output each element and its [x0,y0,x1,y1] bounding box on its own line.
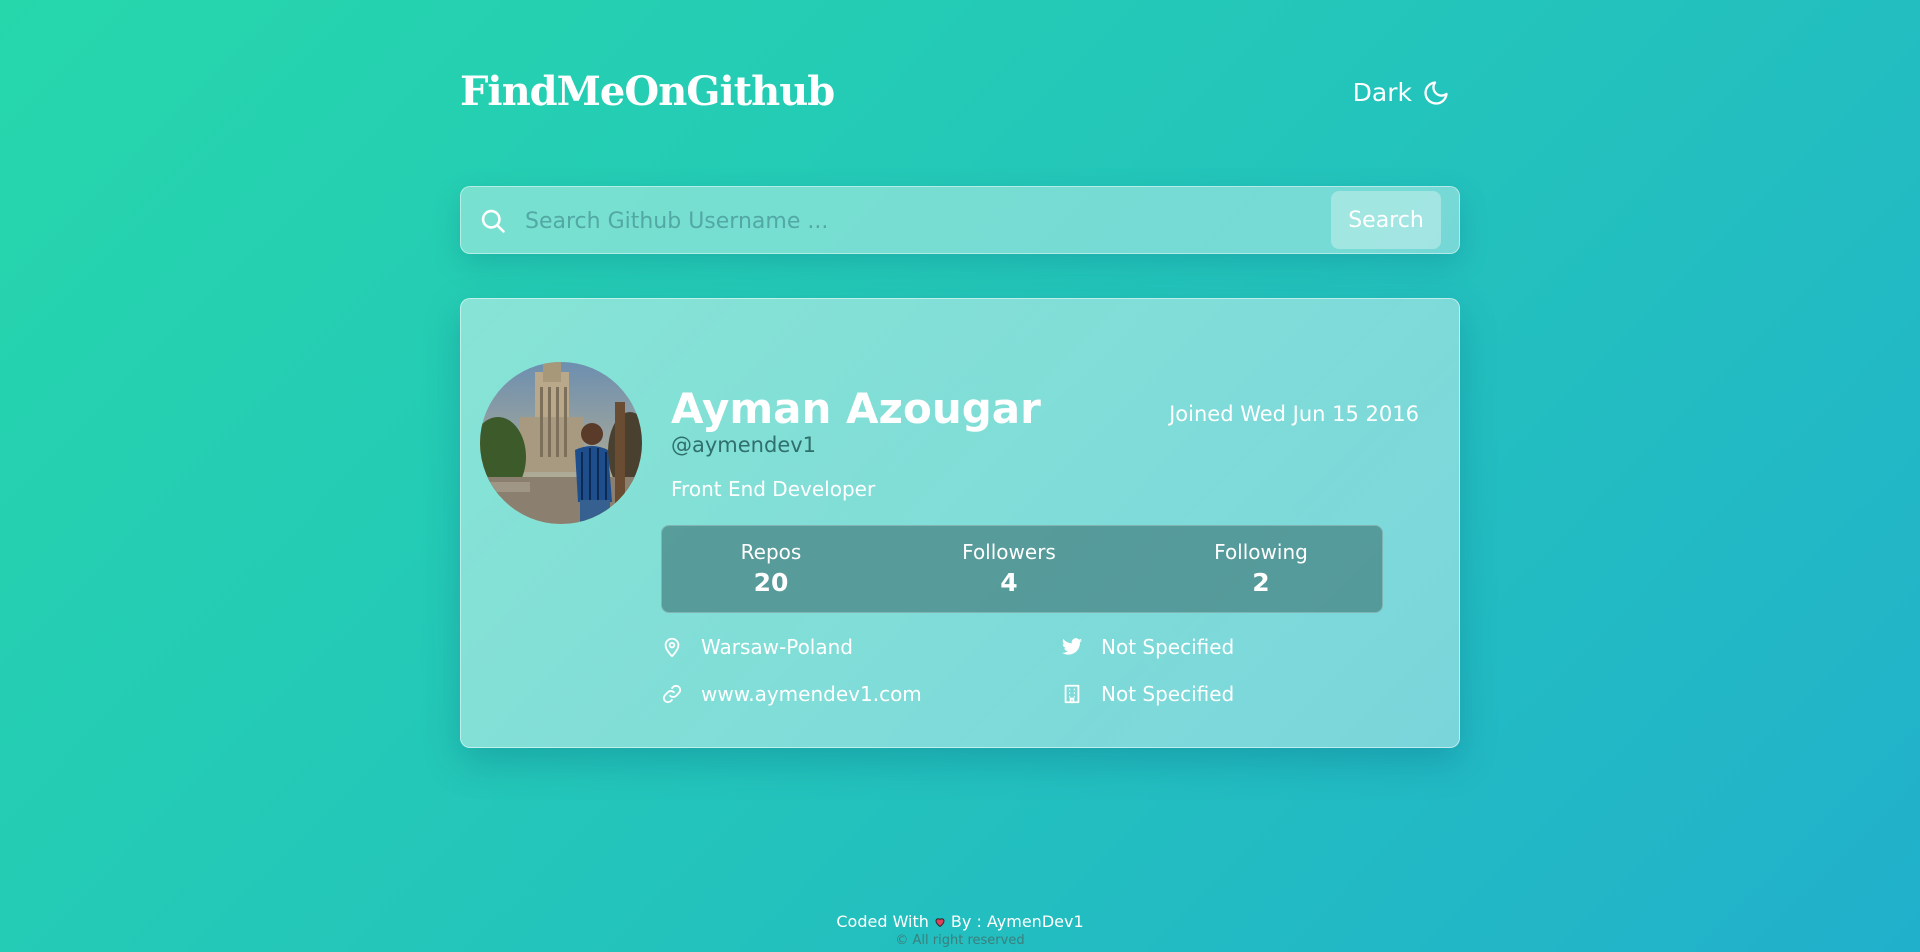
search-bar: Search [460,186,1460,254]
stat-value: 2 [1252,568,1270,597]
location-text: Warsaw-Poland [701,635,853,659]
stat-following: Following 2 [1171,540,1351,597]
profile-card: Ayman Azougar @aymendev1 Joined Wed Jun … [460,298,1460,748]
stat-value: 4 [1000,568,1018,597]
search-input[interactable] [525,201,1305,241]
search-icon [481,209,505,233]
search-button[interactable]: Search [1331,191,1441,249]
user-name: Ayman Azougar [671,384,1041,433]
location-pin-icon [664,637,680,658]
moon-icon [1424,80,1448,105]
company-item: Not Specified [1061,682,1234,706]
avatar [480,362,642,524]
heart-icon [935,917,945,927]
stat-label: Repos [740,540,802,564]
footer-credit: Coded With By : AymenDev1 [0,912,1920,931]
twitter-icon [1061,638,1083,655]
header: FindMeOnGithub Dark [460,66,1460,126]
app-title: FindMeOnGithub [460,68,835,115]
stat-label: Following [1214,540,1308,564]
stat-followers: Followers 4 [919,540,1099,597]
building-icon [1064,684,1080,704]
avatar-photo [480,362,642,524]
theme-toggle-button[interactable]: Dark [1353,78,1450,107]
user-bio: Front End Developer [671,477,876,501]
company-text: Not Specified [1101,682,1235,706]
stats-panel: Repos 20 Followers 4 Following 2 [661,525,1383,613]
join-date: Joined Wed Jun 15 2016 [1169,402,1419,426]
website-link[interactable]: www.aymendev1.com [701,682,922,706]
stat-label: Followers [962,540,1056,564]
stat-value: 20 [753,568,789,597]
twitter-text: Not Specified [1101,635,1235,659]
website-item[interactable]: www.aymendev1.com [661,682,922,706]
location-item: Warsaw-Poland [661,635,853,659]
theme-toggle-label: Dark [1352,78,1412,107]
user-handle[interactable]: @aymendev1 [671,433,816,457]
footer: Coded With By : AymenDev1 © All right re… [0,912,1920,948]
twitter-item: Not Specified [1061,635,1234,659]
footer-credit-prefix: Coded With [836,912,929,931]
footer-credit-suffix: By : AymenDev1 [950,912,1084,931]
footer-copyright: © All right reserved [895,933,1025,948]
link-icon [662,684,682,704]
stat-repos: Repos 20 [681,540,861,597]
